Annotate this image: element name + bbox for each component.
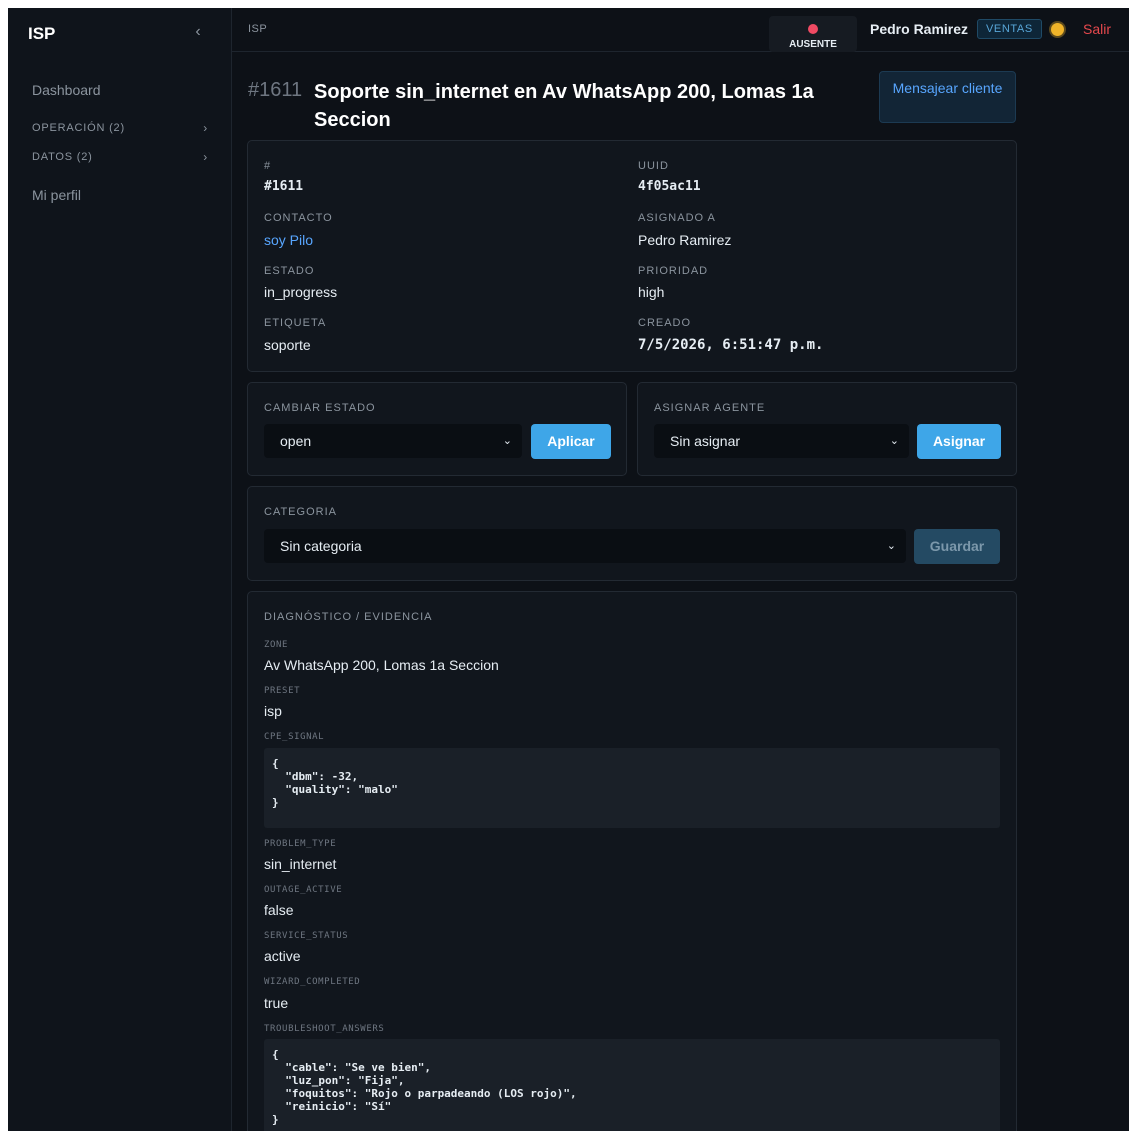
service-status-value: active — [264, 948, 301, 964]
field-label: SERVICE_STATUS — [264, 931, 349, 941]
field-label: CPE_SIGNAL — [264, 732, 325, 742]
card-label: CATEGORIA — [264, 506, 337, 518]
field-label: ASIGNADO A — [638, 212, 716, 224]
save-category-button[interactable]: Guardar — [914, 529, 1000, 564]
sun-icon[interactable] — [1051, 23, 1064, 36]
field-label: # — [264, 160, 272, 172]
field-label: CONTACTO — [264, 212, 333, 224]
topbar: ISP AUSENTE Pedro Ramirez VENTAS Salir — [232, 8, 1129, 52]
status-dot-icon — [808, 24, 818, 34]
sidebar-item-dashboard[interactable]: Dashboard — [32, 82, 101, 98]
card-label: ASIGNAR AGENTE — [654, 402, 766, 414]
presence-label: AUSENTE — [789, 39, 837, 50]
category-select[interactable]: Sin categoria ⌄ — [264, 529, 906, 563]
sidebar-group-label: OPERACIÓN (2) — [32, 122, 125, 134]
outage-value: false — [264, 902, 294, 918]
main-content: #1611 Soporte sin_internet en Av WhatsAp… — [232, 52, 1129, 1131]
agent-select[interactable]: Sin asignar ⌄ — [654, 424, 909, 458]
wizard-completed-value: true — [264, 995, 289, 1011]
field-label: PROBLEM_TYPE — [264, 839, 337, 849]
apply-status-button[interactable]: Aplicar — [531, 424, 611, 459]
ticket-id-value: #1611 — [264, 179, 304, 194]
ticket-details-card: # #1611 UUID 4f05ac11 CONTACTO soy Pilo … — [247, 140, 1017, 372]
sidebar-group-datos[interactable]: DATOS (2) › — [32, 150, 208, 164]
priority-value: high — [638, 284, 665, 300]
chevron-down-icon: ⌄ — [502, 435, 512, 447]
diagnostics-card: DIAGNÓSTICO / EVIDENCIA ZONE Av WhatsApp… — [247, 591, 1017, 1131]
app-window: ISP ‹ Dashboard OPERACIÓN (2) › DATOS (2… — [8, 8, 1129, 1131]
field-label: TROUBLESHOOT_ANSWERS — [264, 1024, 385, 1034]
sidebar: ISP ‹ Dashboard OPERACIÓN (2) › DATOS (2… — [8, 8, 232, 1131]
field-label: OUTAGE_ACTIVE — [264, 885, 343, 895]
logout-link[interactable]: Salir — [1083, 21, 1111, 37]
zone-value: Av WhatsApp 200, Lomas 1a Seccion — [264, 657, 499, 673]
sidebar-group-operacion[interactable]: OPERACIÓN (2) › — [32, 121, 208, 135]
assign-agent-button[interactable]: Asignar — [917, 424, 1001, 459]
tag-value: soporte — [264, 337, 311, 353]
message-client-button[interactable]: Mensajear cliente — [879, 71, 1016, 123]
field-label: PRESET — [264, 686, 301, 696]
agent-select-value: Sin asignar — [670, 433, 741, 449]
field-label: ESTADO — [264, 265, 315, 277]
uuid-value: 4f05ac11 — [638, 179, 701, 194]
field-label: PRIORIDAD — [638, 265, 709, 277]
problem-type-value: sin_internet — [264, 856, 337, 872]
assigned-value: Pedro Ramirez — [638, 232, 732, 248]
card-title: DIAGNÓSTICO / EVIDENCIA — [264, 611, 433, 623]
role-badge: VENTAS — [977, 19, 1042, 39]
chevron-left-icon[interactable]: ‹ — [188, 22, 208, 42]
troubleshoot-answers-code: { "cable": "Se ve bien", "luz_pon": "Fij… — [264, 1039, 1000, 1131]
status-value: in_progress — [264, 284, 338, 300]
preset-value: isp — [264, 703, 282, 719]
chevron-right-icon: › — [203, 121, 208, 135]
cpe-signal-code: { "dbm": -32, "quality": "malo" } — [264, 748, 1000, 828]
chevron-down-icon: ⌄ — [889, 435, 899, 447]
page-title: Soporte sin_internet en Av WhatsApp 200,… — [314, 81, 814, 131]
breadcrumb: ISP — [248, 23, 268, 35]
category-card: CATEGORIA Sin categoria ⌄ Guardar — [247, 486, 1017, 581]
presence-toggle[interactable]: AUSENTE — [769, 16, 857, 52]
created-value: 7/5/2026, 6:51:47 p.m. — [638, 337, 824, 353]
change-status-card: CAMBIAR ESTADO open ⌄ Aplicar — [247, 382, 627, 476]
field-label: ZONE — [264, 640, 289, 650]
assign-agent-card: ASIGNAR AGENTE Sin asignar ⌄ Asignar — [637, 382, 1017, 476]
card-label: CAMBIAR ESTADO — [264, 402, 376, 414]
field-label: UUID — [638, 160, 669, 172]
user-name: Pedro Ramirez — [870, 21, 969, 37]
status-select[interactable]: open ⌄ — [264, 424, 522, 458]
contact-link[interactable]: soy Pilo — [264, 232, 313, 248]
chevron-down-icon: ⌄ — [886, 540, 896, 552]
field-label: WIZARD_COMPLETED — [264, 977, 361, 987]
sidebar-group-label: DATOS (2) — [32, 151, 93, 163]
brand-logo: ISP — [28, 24, 56, 43]
sidebar-item-mi-perfil[interactable]: Mi perfil — [32, 187, 81, 203]
status-select-value: open — [280, 433, 312, 449]
category-select-value: Sin categoria — [280, 538, 362, 554]
chevron-right-icon: › — [203, 150, 208, 164]
ticket-number: #1611 — [248, 79, 303, 101]
field-label: ETIQUETA — [264, 317, 327, 329]
field-label: CREADO — [638, 317, 692, 329]
